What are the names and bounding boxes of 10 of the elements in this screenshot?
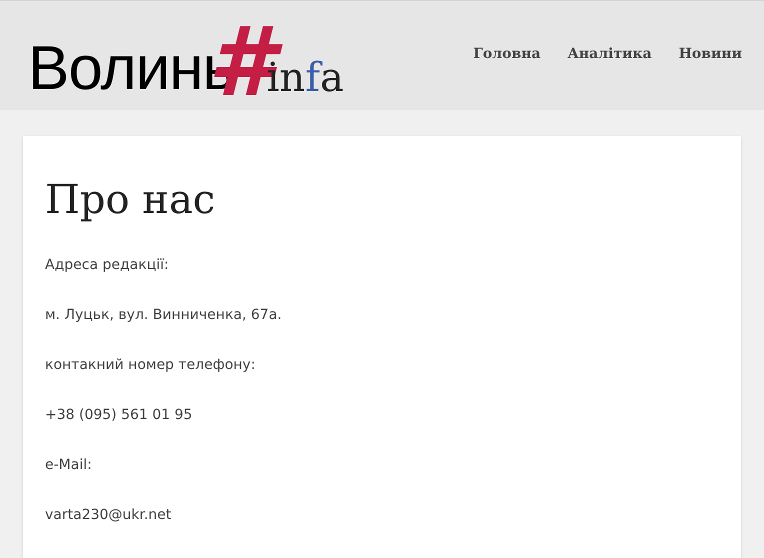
page-title: Про нас <box>45 176 216 225</box>
nav-link[interactable]: Аналітика <box>568 44 652 65</box>
paragraph: м. Луцьк, вул. Винниченка, 67а. <box>45 306 283 325</box>
paragraph: контакний номер телефону: <box>45 356 256 375</box>
paragraph: e-Mail: <box>45 456 93 475</box>
nav-link[interactable]: Головна <box>473 44 541 65</box>
paragraph: +38 (095) 561 01 95 <box>45 406 194 425</box>
paragraph: varta230@ukr.net <box>45 506 172 525</box>
paragraph: Адреса редакції: <box>45 256 170 275</box>
nav-link[interactable]: Новини <box>678 44 742 65</box>
